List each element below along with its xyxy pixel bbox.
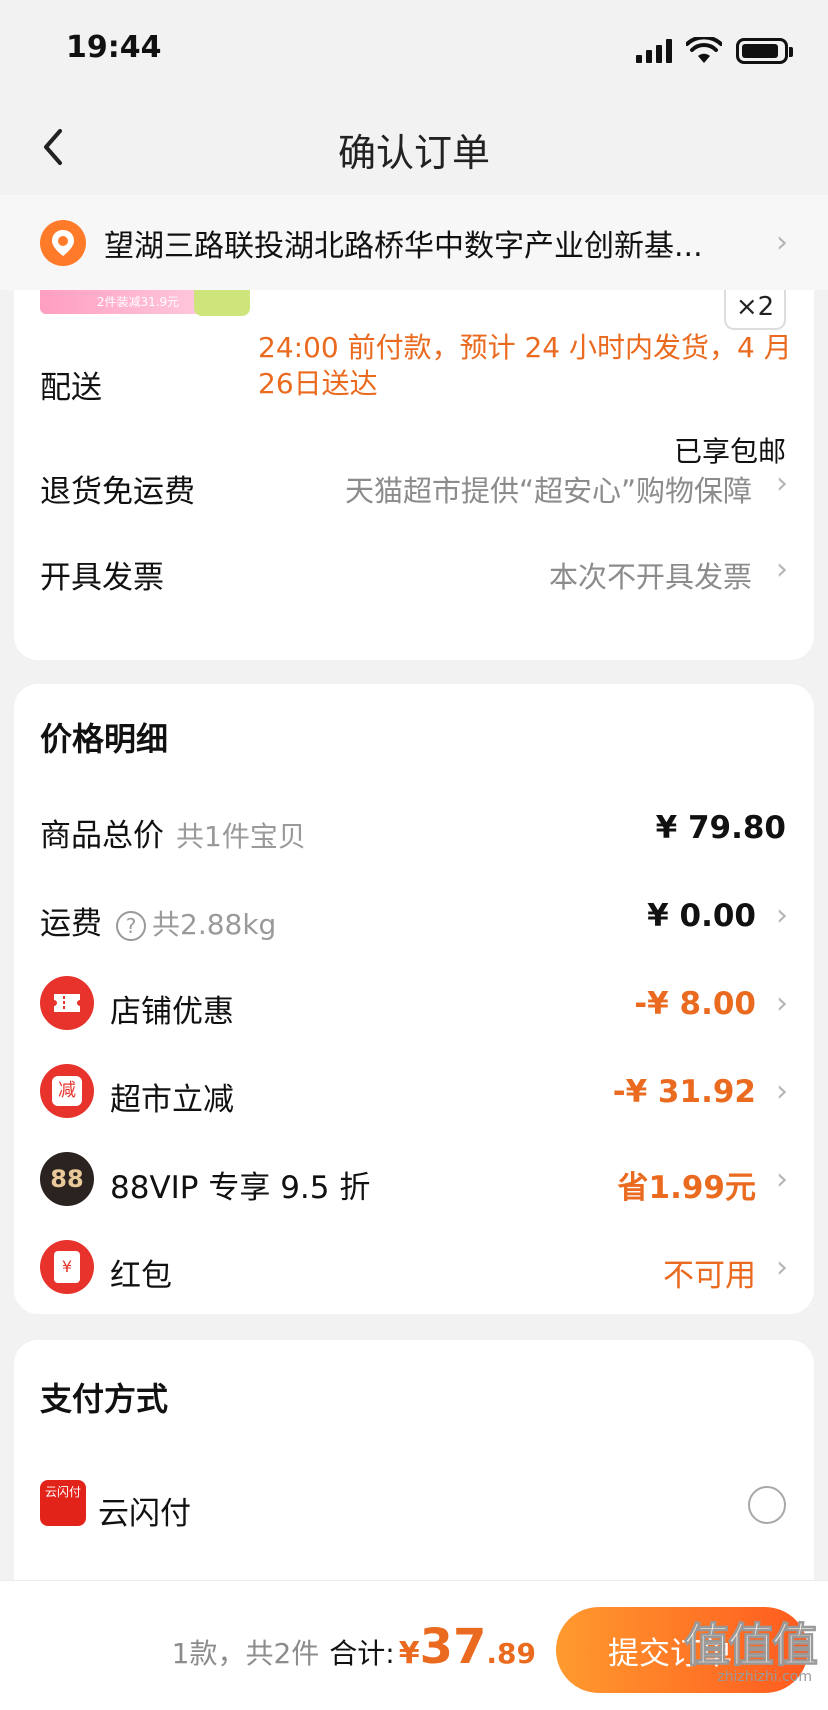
- goods-total-label: 商品总价 共1件宝贝: [40, 818, 306, 854]
- invoice-value: 本次不开具发票: [548, 560, 752, 594]
- chevron-right-icon: ›: [776, 1162, 788, 1197]
- market-discount-value: -¥ 31.92: [612, 1074, 756, 1110]
- checkout-bar: 1款，共2件 合计: ¥ 37 .89 提交订单 值值值 zhizhizhi.c…: [0, 1580, 828, 1710]
- page-title: 确认订单: [337, 131, 490, 175]
- delivery-note: 24:00 前付款，预计 24 小时内发货，4 月26日送达: [258, 331, 792, 400]
- chevron-right-icon: ›: [776, 225, 788, 260]
- chevron-right-icon: ›: [776, 552, 788, 587]
- wifi-icon: [686, 37, 722, 63]
- vip-88-icon: 88: [40, 1152, 94, 1206]
- order-summary: 1款，共2件 合计: ¥ 37 .89: [172, 1619, 536, 1675]
- chevron-right-icon: ›: [776, 1250, 788, 1285]
- watermark-url: zhizhizhi.com: [717, 1669, 812, 1685]
- product-thumbnail: [194, 290, 250, 316]
- vip-discount-value: 省1.99元: [617, 1170, 757, 1206]
- shipping-fee-row[interactable]: 运费? 共2.88kg ¥ 0.00 ›: [14, 888, 814, 948]
- payment-title: 支付方式: [40, 1380, 169, 1418]
- quantity-stepper[interactable]: ×2: [724, 290, 786, 330]
- order-info-card: 2件装减31.9元 ×2 配送 24:00 前付款，预计 24 小时内发货，4 …: [14, 290, 814, 660]
- unionpay-icon: 云闪付: [40, 1480, 86, 1526]
- coupon-icon: [40, 976, 94, 1030]
- status-icons: [636, 36, 793, 66]
- chevron-right-icon: ›: [776, 1074, 788, 1109]
- vip-discount-label: 88VIP 专享 9.5 折: [110, 1170, 371, 1206]
- payment-card: 支付方式 云闪付 云闪付: [14, 1340, 814, 1580]
- signal-icon: [636, 39, 672, 63]
- chevron-right-icon: ›: [776, 986, 788, 1021]
- red-packet-icon: ¥: [40, 1240, 94, 1294]
- store-discount-label: 店铺优惠: [110, 994, 234, 1030]
- return-shipping-value: 天猫超市提供“超安心”购物保障: [344, 474, 752, 508]
- red-packet-value: 不可用: [663, 1258, 756, 1294]
- address-bar[interactable]: 望湖三路联投湖北路桥华中数字产业创新基... ›: [0, 195, 828, 290]
- vip-discount-row[interactable]: 88 88VIP 专享 9.5 折 省1.99元 ›: [14, 1152, 814, 1212]
- payment-option-unionpay[interactable]: 云闪付 云闪付: [14, 1472, 814, 1542]
- payment-method-label: 云闪付: [98, 1496, 191, 1532]
- shipping-fee-label: 运费? 共2.88kg: [40, 906, 277, 942]
- help-icon[interactable]: ?: [116, 910, 146, 941]
- shipping-fee-value: ¥ 0.00: [647, 898, 756, 934]
- total-amount-dec: .89: [486, 1637, 536, 1670]
- total-label: 合计:: [329, 1637, 395, 1670]
- address-text: 望湖三路联投湖北路桥华中数字产业创新基...: [104, 228, 703, 264]
- total-amount-int: 37: [419, 1619, 487, 1675]
- chevron-right-icon: ›: [776, 466, 788, 501]
- status-time: 19:44: [66, 30, 162, 65]
- store-discount-value: -¥ 8.00: [634, 986, 756, 1022]
- invoice-label: 开具发票: [40, 560, 164, 596]
- market-discount-row[interactable]: 减 超市立减 -¥ 31.92 ›: [14, 1064, 814, 1124]
- nav-bar: 确认订单: [0, 100, 828, 195]
- red-packet-row[interactable]: ¥ 红包 不可用 ›: [14, 1240, 814, 1300]
- chevron-right-icon: ›: [776, 898, 788, 933]
- shipping-weight: 共2.88kg: [152, 908, 277, 941]
- watermark: 值值值: [684, 1618, 819, 1673]
- store-discount-row[interactable]: 店铺优惠 -¥ 8.00 ›: [14, 976, 814, 1036]
- price-detail-card: 价格明细 商品总价 共1件宝贝 ¥ 79.80 运费? 共2.88kg ¥ 0.00…: [14, 684, 814, 1314]
- status-bar: 19:44: [0, 0, 828, 100]
- delivery-label: 配送: [40, 370, 102, 406]
- location-pin-icon: [40, 219, 86, 266]
- goods-total-row: 商品总价 共1件宝贝 ¥ 79.80: [14, 800, 814, 860]
- battery-icon: [736, 38, 793, 64]
- free-shipping-text: 已享包邮: [673, 435, 786, 468]
- red-packet-label: 红包: [110, 1258, 172, 1294]
- goods-total-value: ¥ 79.80: [655, 810, 786, 846]
- market-discount-label: 超市立减: [110, 1082, 234, 1118]
- discount-icon: 减: [40, 1064, 94, 1118]
- total-currency: ¥: [398, 1636, 420, 1671]
- payment-radio[interactable]: [748, 1486, 786, 1524]
- return-shipping-label: 退货免运费: [40, 474, 195, 510]
- item-count: 1款，共2件: [171, 1637, 320, 1670]
- goods-count: 共1件宝贝: [176, 820, 306, 853]
- price-detail-title: 价格明细: [40, 720, 169, 758]
